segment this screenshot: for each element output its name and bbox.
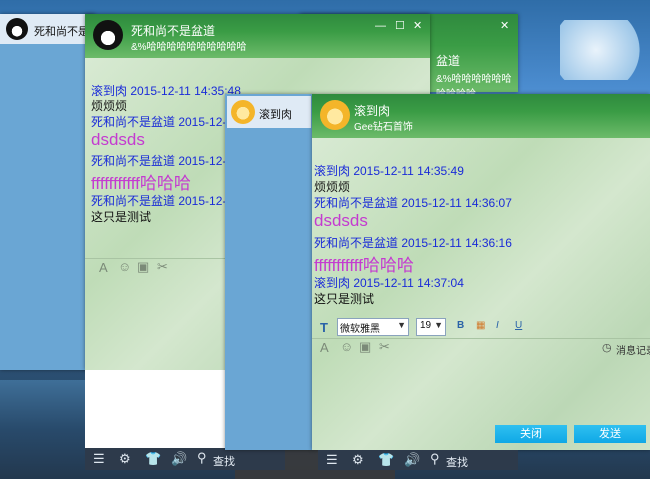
friend-list-window-front: 滚到肉	[225, 94, 313, 450]
font-family-value: 微软雅黑	[340, 324, 380, 335]
close-button[interactable]: 关闭	[495, 425, 567, 443]
friend-list-bottombar: ☰ ⚙ 👕 🔊 ⚲ 查找	[85, 448, 285, 470]
chat-front-header: 滚到肉 Gee钻石首饰	[312, 94, 650, 138]
avatar	[6, 18, 28, 40]
message-body: dsdsds	[91, 130, 145, 149]
image-icon[interactable]: ▣	[359, 339, 371, 355]
chat-back-sig-line1: 盆道	[436, 54, 461, 68]
message-area: 滚到肉 2015-12-11 14:35:49 烦烦烦 死和尚不是盆道 2015…	[312, 138, 650, 450]
chevron-down-icon[interactable]: ▼	[434, 320, 443, 330]
message-header: 死和尚不是盆道 2015-12-11 14:36:07	[314, 196, 512, 210]
minimize-icon[interactable]: —	[375, 20, 386, 32]
chat-window-front: 滚到肉 Gee钻石首饰 滚到肉 2015-12-11 14:35:49 烦烦烦 …	[312, 94, 650, 450]
search-label[interactable]: 查找	[446, 454, 468, 470]
scissors-icon[interactable]: ✂	[157, 259, 168, 275]
emoji-icon[interactable]: ☺	[340, 339, 353, 354]
maximize-icon[interactable]: ☐	[395, 20, 405, 32]
avatar	[231, 100, 255, 124]
window-gap	[85, 370, 230, 448]
history-link[interactable]: 消息记录	[616, 342, 650, 357]
scissors-icon[interactable]: ✂	[379, 339, 390, 355]
message-header: 滚到肉 2015-12-11 14:35:49	[314, 164, 464, 178]
menu-icon[interactable]: ☰	[326, 452, 338, 468]
shirt-icon[interactable]: 👕	[145, 451, 161, 467]
search-icon[interactable]: ⚲	[197, 450, 207, 466]
search-label[interactable]: 查找	[213, 453, 235, 469]
message-body: 这只是测试	[314, 292, 375, 306]
close-icon[interactable]: ✕	[413, 20, 422, 32]
menu-icon[interactable]: ☰	[93, 451, 105, 467]
message-header: 死和尚不是盆道 2015-12-11 14:36:16	[314, 236, 512, 250]
volume-icon[interactable]: 🔊	[404, 452, 420, 468]
contact-name: 滚到肉	[354, 104, 391, 118]
bold-icon[interactable]: B	[457, 320, 464, 331]
chevron-down-icon[interactable]: ▼	[397, 320, 406, 330]
contact-name: 死和尚不是盆道	[131, 24, 216, 38]
color-icon[interactable]: ▦	[476, 320, 485, 331]
font-icon[interactable]: A	[320, 340, 329, 355]
contact-signature: Gee钻石首饰	[354, 122, 413, 133]
message-body: 烦烦烦	[91, 99, 128, 113]
avatar	[93, 20, 123, 50]
message-header: 滚到肉 2015-12-11 14:37:04	[314, 276, 464, 290]
message-body: fffffffffff哈哈哈	[91, 174, 191, 193]
clock-icon[interactable]: ◷	[602, 341, 612, 354]
message-header: 死和尚不是盆道 2015-12-	[91, 154, 227, 168]
font-format-icon[interactable]: T	[320, 320, 328, 335]
chat-middle-header: 死和尚不是盆道 &%哈哈哈哈哈哈哈哈哈哈 — ☐ ✕	[85, 14, 430, 58]
message-header: 死和尚不是盆道 2015-12-	[91, 115, 227, 129]
close-icon[interactable]: ✕	[500, 20, 509, 32]
friend-list-item-selected[interactable]: 滚到肉	[227, 96, 311, 128]
shirt-icon[interactable]: 👕	[378, 452, 394, 468]
gear-icon[interactable]: ⚙	[352, 452, 364, 468]
underline-icon[interactable]: U	[515, 320, 522, 331]
message-body: fffffffffff哈哈哈	[314, 256, 414, 275]
desktop-cloud	[560, 20, 650, 80]
friend-list-window-back: 死和尚不是盆	[0, 14, 100, 370]
search-icon[interactable]: ⚲	[430, 451, 440, 467]
italic-icon[interactable]: I	[496, 320, 499, 331]
emoji-icon[interactable]: ☺	[118, 259, 131, 274]
message-body: 这只是测试	[91, 210, 152, 224]
image-icon[interactable]: ▣	[137, 259, 149, 275]
font-size-select[interactable]: 19 ▼	[416, 318, 446, 336]
font-icon[interactable]: A	[99, 260, 108, 275]
message-body: 烦烦烦	[314, 180, 351, 194]
message-body: dsdsds	[314, 211, 368, 230]
font-size-value: 19	[420, 320, 432, 331]
gear-icon[interactable]: ⚙	[119, 451, 131, 467]
contact-signature: &%哈哈哈哈哈哈哈哈哈哈	[131, 42, 247, 53]
volume-icon[interactable]: 🔊	[171, 451, 187, 467]
font-family-select[interactable]: 微软雅黑 ▼	[337, 318, 409, 336]
avatar	[320, 100, 350, 130]
chat-bottombar: ☰ ⚙ 👕 🔊 ⚲ 查找	[318, 450, 518, 470]
send-button[interactable]: 发送	[574, 425, 646, 443]
friend-name: 滚到肉	[259, 109, 292, 121]
